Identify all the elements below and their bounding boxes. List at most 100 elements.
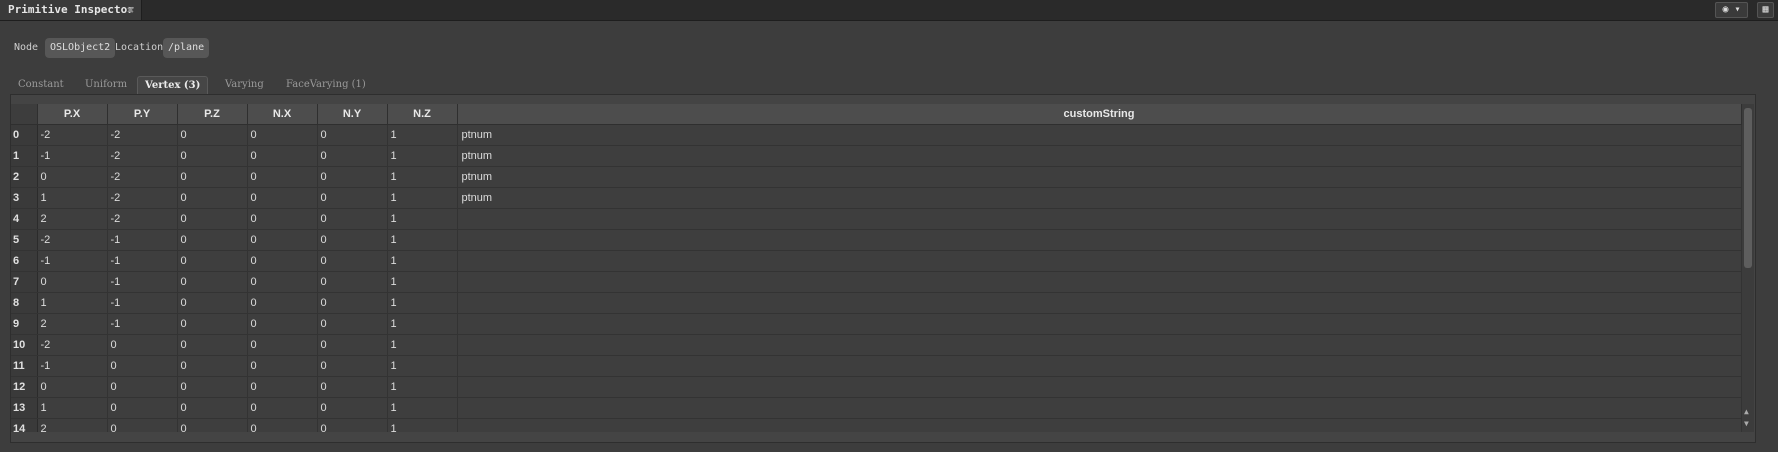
table-cell[interactable]: 0	[317, 250, 388, 272]
table-row[interactable]: 7 0 -1 0 0 0 1	[11, 271, 1742, 293]
table-row[interactable]: 9 2 -1 0 0 0 1	[11, 313, 1742, 335]
table-row[interactable]: 10 -2 0 0 0 0 1	[11, 334, 1742, 356]
close-icon[interactable]: ✖	[127, 0, 134, 20]
table-cell[interactable]	[457, 397, 1742, 419]
table-row[interactable]: 2 0 -2 0 0 0 1 ptnum	[11, 166, 1742, 188]
table-cell[interactable]: 0	[177, 187, 248, 209]
table-cell[interactable]: 0	[177, 313, 248, 335]
column-header[interactable]: N.X	[247, 104, 318, 125]
table-cell[interactable]	[457, 229, 1742, 251]
table-cell[interactable]: 0	[317, 187, 388, 209]
table-cell[interactable]: 0	[247, 187, 318, 209]
table-cell[interactable]	[457, 208, 1742, 230]
table-cell[interactable]: 0	[317, 418, 388, 432]
table-cell[interactable]: -1	[37, 145, 108, 167]
table-cell[interactable]: -2	[107, 208, 178, 230]
target-dropdown-button[interactable]: ◉ ▾	[1715, 2, 1748, 18]
panel-tab-primitive-inspector[interactable]: Primitive Inspector	[0, 0, 142, 20]
table-cell[interactable]: 0	[177, 397, 248, 419]
table-cell[interactable]: 0	[317, 124, 388, 146]
table-cell[interactable]: 0	[107, 418, 178, 432]
column-header[interactable]: N.Z	[387, 104, 458, 125]
table-cell[interactable]: 0	[177, 250, 248, 272]
table-cell[interactable]: 0	[177, 124, 248, 146]
table-cell[interactable]: 0	[317, 145, 388, 167]
table-cell[interactable]: 0	[317, 334, 388, 356]
table-cell[interactable]: 0	[177, 271, 248, 293]
table-row[interactable]: 11 -1 0 0 0 0 1	[11, 355, 1742, 377]
table-cell[interactable]: 0	[247, 397, 318, 419]
table-row[interactable]: 0 -2 -2 0 0 0 1 ptnum	[11, 124, 1742, 146]
table-cell[interactable]: 0	[317, 292, 388, 314]
table-cell[interactable]: 0	[317, 166, 388, 188]
table-cell[interactable]: 1	[387, 208, 458, 230]
table-cell[interactable]: 0	[317, 313, 388, 335]
table-cell[interactable]: -1	[107, 313, 178, 335]
vertical-scrollbar[interactable]: ▲ ▼	[1742, 104, 1754, 432]
table-cell[interactable]: 1	[387, 313, 458, 335]
table-cell[interactable]: 0	[177, 334, 248, 356]
table-row[interactable]: 6 -1 -1 0 0 0 1	[11, 250, 1742, 272]
table-row[interactable]: 13 1 0 0 0 0 1	[11, 397, 1742, 419]
table-cell[interactable]: 1	[37, 187, 108, 209]
table-cell[interactable]: 1	[387, 250, 458, 272]
table-cell[interactable]: 0	[247, 292, 318, 314]
table-cell[interactable]: 2	[37, 208, 108, 230]
table-row[interactable]: 3 1 -2 0 0 0 1 ptnum	[11, 187, 1742, 209]
table-cell[interactable]: 0	[247, 229, 318, 251]
column-header[interactable]: customString	[457, 104, 1742, 125]
table-cell[interactable]: 0	[37, 376, 108, 398]
table-cell[interactable]: 1	[387, 166, 458, 188]
table-cell[interactable]: 0	[177, 355, 248, 377]
table-cell[interactable]: 0	[107, 397, 178, 419]
table-cell[interactable]: 0	[317, 271, 388, 293]
table-cell[interactable]: 1	[387, 145, 458, 167]
table-cell[interactable]: 1	[387, 334, 458, 356]
table-cell[interactable]: -1	[37, 250, 108, 272]
table-cell[interactable]: -1	[107, 250, 178, 272]
tab-varying[interactable]: Varying	[225, 76, 264, 94]
table-cell[interactable]: 0	[177, 376, 248, 398]
table-cell[interactable]: 0	[247, 334, 318, 356]
table-row[interactable]: 12 0 0 0 0 0 1	[11, 376, 1742, 398]
table-cell[interactable]: -2	[107, 187, 178, 209]
table-cell[interactable]: -2	[37, 334, 108, 356]
table-cell[interactable]	[457, 271, 1742, 293]
table-cell[interactable]: 0	[177, 166, 248, 188]
table-cell[interactable]	[457, 418, 1742, 432]
table-cell[interactable]: 1	[387, 376, 458, 398]
table-cell[interactable]: -1	[37, 355, 108, 377]
table-cell[interactable]: 1	[387, 271, 458, 293]
table-cell[interactable]: ptnum	[457, 166, 1742, 188]
scroll-down-icon[interactable]: ▼	[1744, 420, 1749, 428]
table-cell[interactable]: 0	[317, 397, 388, 419]
table-cell[interactable]: -2	[107, 124, 178, 146]
table-cell[interactable]: -2	[107, 145, 178, 167]
table-cell[interactable]: 2	[37, 418, 108, 432]
tab-vertex[interactable]: Vertex (3)	[137, 76, 209, 94]
table-cell[interactable]	[457, 250, 1742, 272]
table-cell[interactable]: ptnum	[457, 187, 1742, 209]
table-cell[interactable]: 0	[107, 334, 178, 356]
table-cell[interactable]: -2	[37, 229, 108, 251]
table-cell[interactable]: 0	[247, 376, 318, 398]
table-cell[interactable]: 0	[247, 271, 318, 293]
table-cell[interactable]: 0	[247, 208, 318, 230]
table-cell[interactable]: 1	[387, 397, 458, 419]
table-cell[interactable]	[457, 355, 1742, 377]
table-cell[interactable]: 0	[37, 166, 108, 188]
table-row[interactable]: 5 -2 -1 0 0 0 1	[11, 229, 1742, 251]
table-cell[interactable]: 0	[247, 124, 318, 146]
table-cell[interactable]: 0	[247, 250, 318, 272]
table-cell[interactable]: 1	[37, 292, 108, 314]
table-cell[interactable]: 1	[387, 418, 458, 432]
column-header[interactable]: P.Z	[177, 104, 248, 125]
table-cell[interactable]: 0	[317, 208, 388, 230]
table-cell[interactable]: 0	[177, 292, 248, 314]
table-cell[interactable]: 0	[247, 166, 318, 188]
tab-facevarying[interactable]: FaceVarying (1)	[286, 76, 366, 94]
tab-constant[interactable]: Constant	[18, 76, 64, 94]
table-cell[interactable]	[457, 376, 1742, 398]
table-cell[interactable]: -2	[37, 124, 108, 146]
table-cell[interactable]	[457, 313, 1742, 335]
